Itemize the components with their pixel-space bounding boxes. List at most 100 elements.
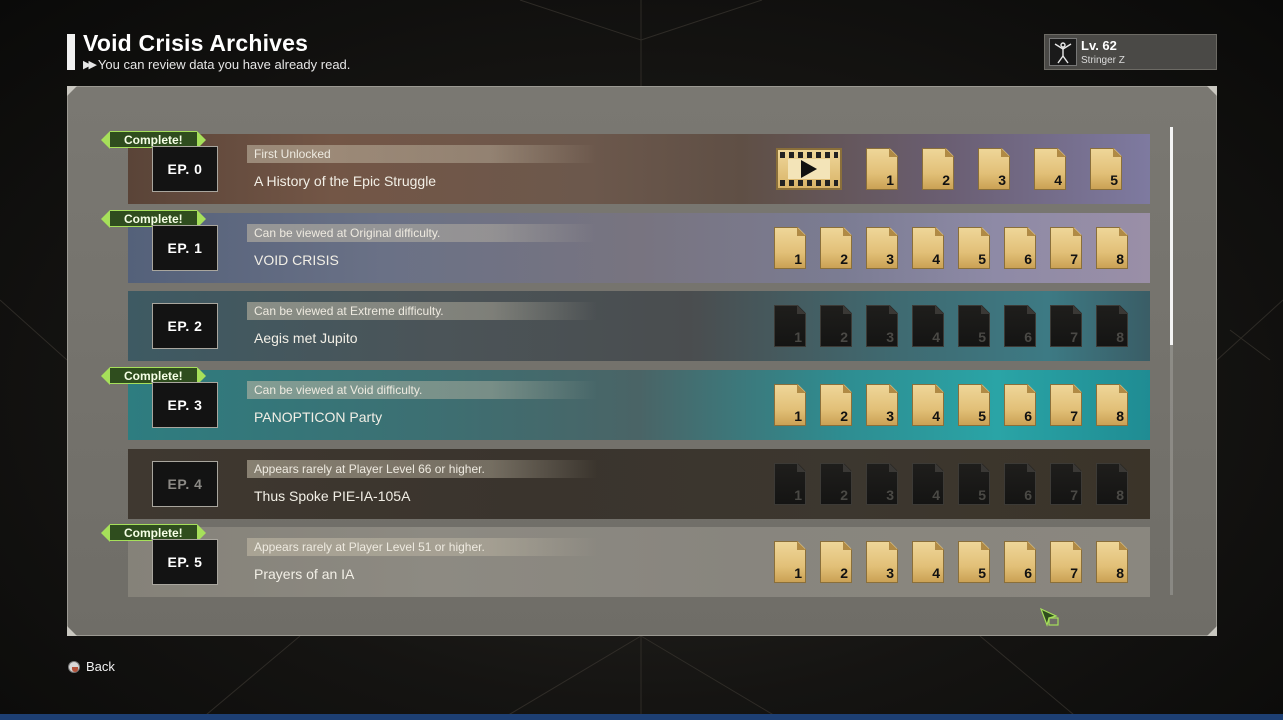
- document-icon[interactable]: 1: [866, 148, 898, 190]
- page-fold: [945, 148, 954, 157]
- scrollbar[interactable]: [1170, 127, 1173, 595]
- episode-files: 1 2 3 4 5 6 7 8: [774, 227, 1128, 269]
- page-fold: [1001, 148, 1010, 157]
- page-subtitle: ▶▶ You can review data you have already …: [83, 57, 350, 72]
- locked-document-icon: 1: [774, 305, 806, 347]
- document-icon[interactable]: 8: [1096, 384, 1128, 426]
- film-strip: [780, 152, 838, 158]
- page-fold: [1073, 384, 1082, 393]
- document-icon[interactable]: 6: [1004, 227, 1036, 269]
- document-icon[interactable]: 3: [866, 541, 898, 583]
- locked-document-icon: 7: [1050, 305, 1082, 347]
- file-number: 7: [1070, 251, 1078, 267]
- document-icon[interactable]: 7: [1050, 541, 1082, 583]
- page-title: Void Crisis Archives: [83, 30, 309, 56]
- film-play-icon[interactable]: [776, 148, 842, 190]
- document-icon[interactable]: 2: [820, 227, 852, 269]
- locked-document-icon: 2: [820, 305, 852, 347]
- file-number: 3: [998, 172, 1006, 188]
- episode-files: 1 2 3 4 5 6 7 8: [774, 541, 1128, 583]
- document-icon[interactable]: 1: [774, 384, 806, 426]
- file-number: 4: [932, 408, 940, 424]
- episode-label: EP. 1: [152, 225, 218, 271]
- episode-label: EP. 5: [152, 539, 218, 585]
- document-icon[interactable]: 5: [958, 541, 990, 583]
- document-icon[interactable]: 2: [820, 541, 852, 583]
- file-number: 7: [1070, 565, 1078, 581]
- page-fold: [1027, 541, 1036, 550]
- document-icon[interactable]: 5: [958, 384, 990, 426]
- episode-row-2[interactable]: EP. 2 Can be viewed at Extreme difficult…: [128, 291, 1150, 361]
- locked-document-icon: 4: [912, 463, 944, 505]
- page-fold: [797, 384, 806, 393]
- page-fold: [797, 305, 806, 314]
- avatar-emblem-icon: [1054, 42, 1072, 64]
- film-screen: [788, 159, 830, 179]
- document-icon[interactable]: 8: [1096, 227, 1128, 269]
- episode-requirement: Can be viewed at Extreme difficulty.: [254, 304, 444, 318]
- document-icon[interactable]: 3: [866, 227, 898, 269]
- page-fold: [843, 227, 852, 236]
- episode-row-1[interactable]: Complete! EP. 1 Can be viewed at Origina…: [101, 210, 1150, 283]
- document-icon[interactable]: 6: [1004, 541, 1036, 583]
- file-number: 4: [932, 329, 940, 345]
- locked-document-icon: 1: [774, 463, 806, 505]
- episode-row-3[interactable]: Complete! EP. 3 Can be viewed at Void di…: [101, 367, 1150, 440]
- episode-row-0[interactable]: Complete! EP. 0 First Unlocked A History…: [101, 131, 1150, 204]
- page-fold: [843, 305, 852, 314]
- panel-corner: [67, 86, 77, 96]
- file-number: 1: [886, 172, 894, 188]
- file-number: 5: [978, 487, 986, 503]
- page-fold: [843, 463, 852, 472]
- file-number: 6: [1024, 408, 1032, 424]
- page-fold: [1119, 384, 1128, 393]
- page-fold: [889, 305, 898, 314]
- bottom-strip: [0, 714, 1283, 720]
- document-icon[interactable]: 5: [1090, 148, 1122, 190]
- file-number: 3: [886, 251, 894, 267]
- locked-document-icon: 7: [1050, 463, 1082, 505]
- document-icon[interactable]: 4: [912, 384, 944, 426]
- scrollbar-thumb[interactable]: [1170, 127, 1173, 345]
- page-fold: [843, 384, 852, 393]
- player-level: Lv. 62: [1081, 38, 1117, 53]
- player-card: Lv. 62 Stringer Z: [1044, 34, 1217, 70]
- episode-row-4[interactable]: EP. 4 Appears rarely at Player Level 66 …: [128, 449, 1150, 519]
- panel-corner: [1207, 626, 1217, 636]
- document-icon[interactable]: 4: [912, 227, 944, 269]
- document-icon[interactable]: 2: [922, 148, 954, 190]
- document-icon[interactable]: 1: [774, 227, 806, 269]
- page-fold: [981, 463, 990, 472]
- file-number: 2: [840, 565, 848, 581]
- episode-row-5[interactable]: Complete! EP. 5 Appears rarely at Player…: [101, 524, 1150, 597]
- document-icon[interactable]: 6: [1004, 384, 1036, 426]
- file-number: 8: [1116, 487, 1124, 503]
- document-icon[interactable]: 7: [1050, 384, 1082, 426]
- back-button[interactable]: Back: [68, 659, 115, 674]
- document-icon[interactable]: 5: [958, 227, 990, 269]
- locked-document-icon: 6: [1004, 305, 1036, 347]
- page-fold: [935, 541, 944, 550]
- page-fold: [797, 463, 806, 472]
- document-icon[interactable]: 7: [1050, 227, 1082, 269]
- page-fold: [1113, 148, 1122, 157]
- document-icon[interactable]: 3: [866, 384, 898, 426]
- file-number: 7: [1070, 329, 1078, 345]
- document-icon[interactable]: 2: [820, 384, 852, 426]
- episode-title: Thus Spoke PIE-IA-105A: [254, 488, 411, 504]
- locked-document-icon: 8: [1096, 463, 1128, 505]
- episode-title: Aegis met Jupito: [254, 330, 358, 346]
- panel-corner: [1207, 86, 1217, 96]
- page-fold: [1073, 227, 1082, 236]
- document-icon[interactable]: 4: [1034, 148, 1066, 190]
- locked-document-icon: 5: [958, 463, 990, 505]
- file-number: 2: [840, 329, 848, 345]
- episode-requirement: Appears rarely at Player Level 51 or hig…: [254, 540, 485, 554]
- file-number: 7: [1070, 487, 1078, 503]
- document-icon[interactable]: 1: [774, 541, 806, 583]
- document-icon[interactable]: 8: [1096, 541, 1128, 583]
- page-fold: [1073, 305, 1082, 314]
- back-button-glyph-icon: [68, 660, 80, 673]
- document-icon[interactable]: 4: [912, 541, 944, 583]
- document-icon[interactable]: 3: [978, 148, 1010, 190]
